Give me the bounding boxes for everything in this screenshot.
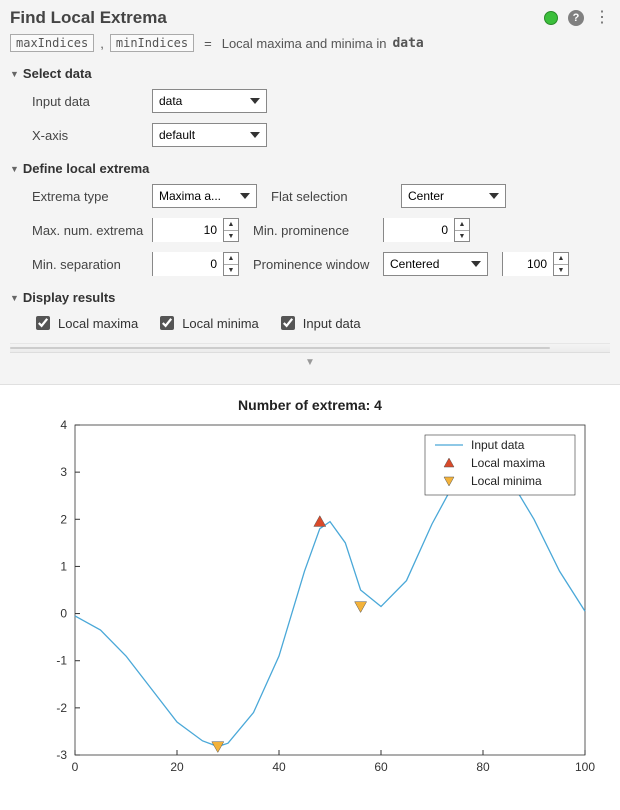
- prom-win-num-input[interactable]: ▲▼: [502, 252, 569, 276]
- xaxis-label: X-axis: [32, 128, 152, 143]
- check-local-maxima[interactable]: Local maxima: [32, 313, 138, 333]
- check-input-data[interactable]: Input data: [277, 313, 361, 333]
- svg-text:Number of extrema: 4: Number of extrema: 4: [238, 397, 382, 413]
- section-define-extrema[interactable]: ▼ Define local extrema: [10, 161, 610, 176]
- section-display-results[interactable]: ▼ Display results: [10, 290, 610, 305]
- collapse-icon[interactable]: ▼: [10, 353, 610, 372]
- input-data-select[interactable]: data: [152, 89, 267, 113]
- prom-win-select[interactable]: Centered: [383, 252, 488, 276]
- step-up-icon[interactable]: ▲: [455, 219, 469, 231]
- signature-row: maxIndices , minIndices = Local maxima a…: [10, 34, 610, 52]
- svg-text:100: 100: [575, 760, 595, 774]
- output-var-2: minIndices: [110, 34, 194, 52]
- svg-text:40: 40: [272, 760, 286, 774]
- svg-text:-3: -3: [56, 748, 67, 762]
- step-up-icon[interactable]: ▲: [554, 253, 568, 265]
- step-down-icon[interactable]: ▼: [554, 265, 568, 276]
- status-dot-icon: [544, 11, 558, 25]
- svg-text:4: 4: [60, 418, 67, 432]
- step-down-icon[interactable]: ▼: [455, 231, 469, 242]
- min-sep-input[interactable]: ▲▼: [152, 252, 239, 276]
- step-down-icon[interactable]: ▼: [224, 265, 238, 276]
- min-prom-label: Min. prominence: [253, 223, 383, 238]
- max-num-label: Max. num. extrema: [32, 223, 152, 238]
- step-up-icon[interactable]: ▲: [224, 253, 238, 265]
- svg-text:-1: -1: [56, 654, 67, 668]
- flat-selection-select[interactable]: Center: [401, 184, 506, 208]
- xaxis-select[interactable]: default: [152, 123, 267, 147]
- page-title: Find Local Extrema: [10, 8, 167, 28]
- svg-text:Local maxima: Local maxima: [471, 456, 545, 470]
- caret-down-icon: ▼: [10, 293, 19, 303]
- help-icon[interactable]: ?: [568, 10, 584, 26]
- check-local-minima[interactable]: Local minima: [156, 313, 259, 333]
- svg-text:Input data: Input data: [471, 438, 525, 452]
- output-var-1: maxIndices: [10, 34, 94, 52]
- svg-text:80: 80: [476, 760, 490, 774]
- extrema-type-label: Extrema type: [32, 189, 152, 204]
- section-select-data[interactable]: ▼ Select data: [10, 66, 610, 81]
- prom-win-label: Prominence window: [253, 257, 383, 272]
- svg-text:0: 0: [60, 607, 67, 621]
- flat-selection-label: Flat selection: [271, 189, 401, 204]
- resize-grip[interactable]: [10, 343, 610, 353]
- svg-text:1: 1: [60, 559, 67, 573]
- svg-text:0: 0: [72, 760, 79, 774]
- step-up-icon[interactable]: ▲: [224, 219, 238, 231]
- caret-down-icon: ▼: [10, 69, 19, 79]
- svg-text:Local minima: Local minima: [471, 474, 542, 488]
- input-data-label: Input data: [32, 94, 152, 109]
- caret-down-icon: ▼: [10, 164, 19, 174]
- svg-text:-2: -2: [56, 701, 67, 715]
- svg-text:60: 60: [374, 760, 388, 774]
- svg-text:2: 2: [60, 512, 67, 526]
- step-down-icon[interactable]: ▼: [224, 231, 238, 242]
- svg-text:3: 3: [60, 465, 67, 479]
- min-sep-label: Min. separation: [32, 257, 152, 272]
- svg-text:20: 20: [170, 760, 184, 774]
- chart: Number of extrema: 4 0 20 40 60 80 100 -3 -2 -1 0 1…: [20, 395, 600, 785]
- max-num-input[interactable]: ▲▼: [152, 218, 239, 242]
- extrema-type-select[interactable]: Maxima a...: [152, 184, 257, 208]
- more-icon[interactable]: ⋮: [594, 10, 610, 26]
- min-prom-input[interactable]: ▲▼: [383, 218, 470, 242]
